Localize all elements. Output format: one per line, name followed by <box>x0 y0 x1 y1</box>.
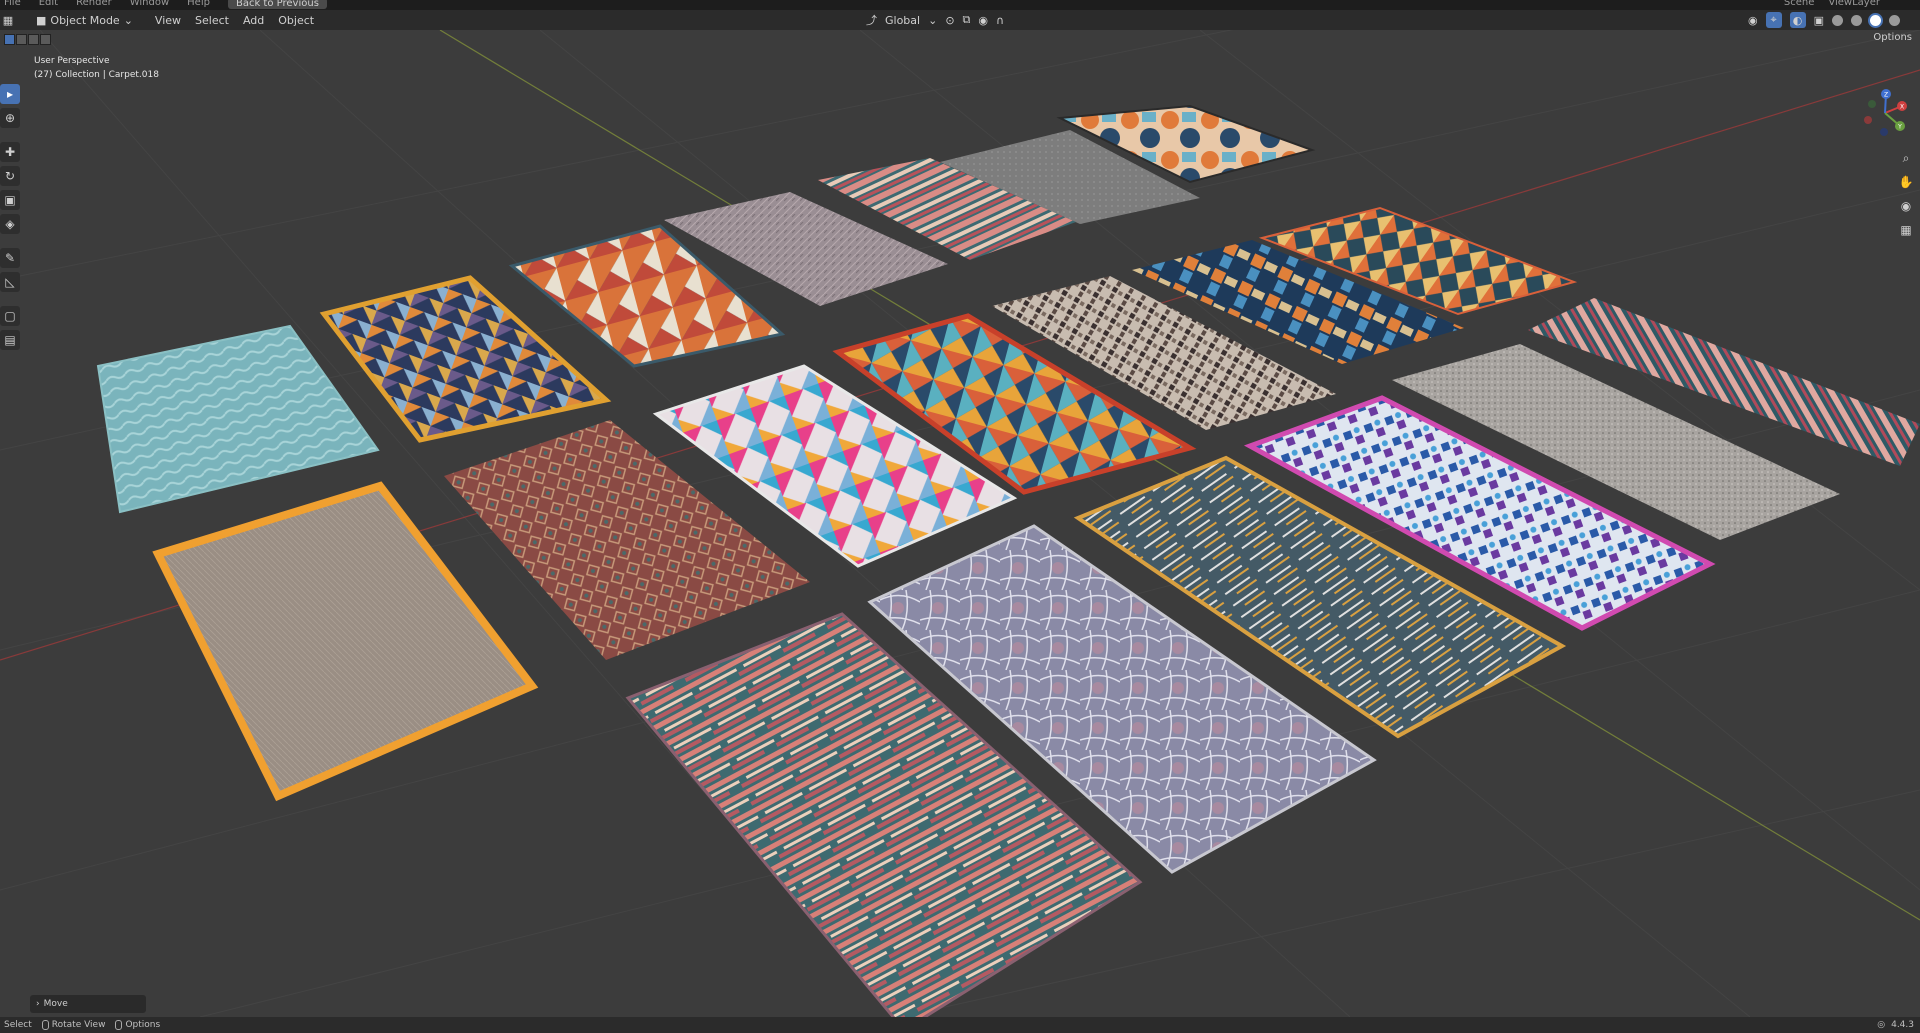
navigation-gizmo[interactable]: X Y Z <box>1858 86 1912 140</box>
version-label: 4.4.3 <box>1891 1020 1914 1030</box>
grid-toggle-icon[interactable]: ▦ <box>1896 220 1916 240</box>
viewport-subheader: Options <box>0 30 1920 48</box>
chevron-down-icon: ⌄ <box>928 13 938 27</box>
falloff-icon[interactable]: ∩ <box>996 14 1004 27</box>
wireframe-shading-icon[interactable] <box>1832 14 1843 26</box>
scene-selector[interactable]: Scene <box>1784 0 1815 8</box>
status-bar: Select Rotate View Options ◎ 4.4.3 <box>0 1017 1920 1033</box>
snap-icon[interactable]: ⧉ <box>963 13 971 27</box>
menu-select[interactable]: Select <box>195 14 229 27</box>
add-cube-tool-icon[interactable]: ▢ <box>0 306 20 326</box>
mouse-middle-icon <box>41 1020 49 1030</box>
menu-object[interactable]: Object <box>278 14 314 27</box>
back-to-previous-button[interactable]: Back to Previous <box>227 0 327 9</box>
select-invert-icon[interactable] <box>40 33 51 45</box>
chevron-right-icon: › <box>36 999 40 1009</box>
menu-render[interactable]: Render <box>76 0 112 8</box>
tool-shelf: ▸ ⊕ ✚ ↻ ▣ ◈ ✎ ◺ ▢ ▤ <box>0 84 22 350</box>
globe-icon: ◎ <box>1877 1020 1886 1030</box>
xray-toggle-icon[interactable]: ▣ <box>1814 14 1824 27</box>
transform-controls: ⤴ Global ⌄ ⊙ ⧉ ◉ ∩ <box>866 12 1004 28</box>
material-preview-shading-icon[interactable] <box>1870 14 1881 26</box>
status-options: Options <box>115 1020 160 1030</box>
orientation-icon: ⤴ <box>866 14 877 27</box>
mode-label: Object Mode <box>50 13 120 27</box>
move-tool-icon[interactable]: ✚ <box>0 142 20 162</box>
scale-tool-icon[interactable]: ▣ <box>0 190 20 210</box>
status-select-label: Select <box>4 1020 32 1030</box>
viewport-display-controls: ◉ ⌖ ◐ ▣ <box>1748 12 1900 28</box>
overlay-toggle-icon[interactable]: ◐ <box>1789 12 1806 28</box>
selection-modes <box>4 33 51 45</box>
select-subtract-icon[interactable] <box>28 33 39 45</box>
rotate-tool-icon[interactable]: ↻ <box>0 166 20 186</box>
last-operator-panel[interactable]: › Move <box>30 995 146 1013</box>
pivot-point-icon[interactable]: ⊙ <box>945 14 954 27</box>
menu-window[interactable]: Window <box>130 0 169 8</box>
perspective-label: User Perspective <box>34 56 110 66</box>
view-layer-selector[interactable]: ViewLayer <box>1828 0 1880 8</box>
annotate-tool-icon[interactable]: ✎ <box>0 248 20 268</box>
pan-hand-icon[interactable]: ✋ <box>1896 172 1916 192</box>
chevron-down-icon: ⌄ <box>123 13 133 27</box>
collection-label: (27) Collection | Carpet.018 <box>34 70 159 80</box>
viewport-header: ▦ ■ Object Mode ⌄ View Select Add Object… <box>0 10 1920 30</box>
camera-icon[interactable]: ◉ <box>1896 196 1916 216</box>
mode-dropdown[interactable]: ■ Object Mode ⌄ <box>36 14 133 27</box>
transform-orientation-dropdown[interactable]: Global <box>885 14 920 27</box>
viewport-overlay: User Perspective (27) Collection | Carpe… <box>34 54 159 82</box>
top-menu-bar: File Edit Render Window Help Back to Pre… <box>0 0 1920 10</box>
select-box-tool-icon[interactable]: ▸ <box>0 84 20 104</box>
cursor-tool-icon[interactable]: ⊕ <box>0 108 20 128</box>
mouse-right-icon <box>115 1020 123 1030</box>
select-new-icon[interactable] <box>4 33 15 45</box>
zoom-icon[interactable]: ⌕ <box>1896 148 1916 168</box>
gizmo-toggle-icon[interactable]: ⌖ <box>1765 12 1782 28</box>
proportional-edit-icon[interactable]: ◉ <box>978 14 988 27</box>
options-dropdown[interactable]: Options <box>1873 32 1912 43</box>
menu-help[interactable]: Help <box>187 0 210 8</box>
visibility-icon[interactable]: ◉ <box>1748 14 1758 27</box>
operator-label: Move <box>43 999 68 1009</box>
solid-shading-icon[interactable] <box>1851 14 1862 26</box>
measure-tool-icon[interactable]: ◺ <box>0 272 20 292</box>
status-select: Select <box>4 1020 32 1030</box>
status-options-label: Options <box>125 1020 161 1030</box>
rendered-shading-icon[interactable] <box>1889 14 1900 26</box>
svg-text:X: X <box>1900 104 1904 111</box>
svg-text:Z: Z <box>1884 92 1888 99</box>
menu-view[interactable]: View <box>155 14 181 27</box>
navigation-tools: ⌕ ✋ ◉ ▦ <box>1896 148 1916 240</box>
object-mode-icon: ■ <box>36 13 47 27</box>
status-rotate-view-label: Rotate View <box>51 1020 106 1030</box>
menu-file[interactable]: File <box>4 0 21 8</box>
status-rotate-view: Rotate View <box>41 1020 106 1030</box>
editor-type-icon[interactable]: ▦ <box>0 12 16 28</box>
add-object-tool-icon[interactable]: ▤ <box>0 330 20 350</box>
menu-add[interactable]: Add <box>243 14 264 27</box>
transform-tool-icon[interactable]: ◈ <box>0 214 20 234</box>
svg-text:Y: Y <box>1897 124 1902 131</box>
3d-viewport[interactable]: User Perspective (27) Collection | Carpe… <box>0 30 1920 1017</box>
select-extend-icon[interactable] <box>16 33 27 45</box>
status-version: ◎ 4.4.3 <box>1877 1020 1914 1030</box>
viewport-scene <box>0 30 1920 1017</box>
menu-edit[interactable]: Edit <box>39 0 58 8</box>
